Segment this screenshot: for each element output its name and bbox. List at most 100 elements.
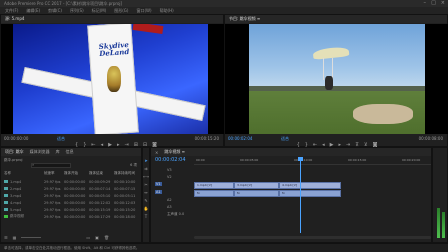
icon-view-icon[interactable]: ▦ bbox=[13, 235, 17, 240]
item-fps: 29.97 fps bbox=[44, 193, 61, 198]
list-item[interactable]: 5.mp4 29.97 fps 00:00:00:00 00:00:15:19 … bbox=[4, 206, 140, 213]
search-input[interactable] bbox=[31, 163, 71, 168]
trash-icon[interactable]: 🗑 bbox=[104, 235, 109, 240]
menu-marker[interactable]: 标记(M) bbox=[92, 8, 107, 14]
menu-file[interactable]: 文件(F) bbox=[5, 8, 18, 14]
tab-source[interactable]: 源: 5.mp4 bbox=[5, 16, 24, 22]
track-header-v3[interactable]: V3 bbox=[155, 168, 193, 175]
source-monitor-panel: 源: 5.mp4 Skydive DeLand 00:00:00:00 适合 0… bbox=[0, 14, 225, 148]
track-header-v1[interactable]: V1 bbox=[155, 182, 193, 190]
ripple-edit-icon[interactable]: ⟷ bbox=[143, 174, 149, 179]
list-item[interactable]: 1.mp4 29.97 fps 00:00:00:00 00:00:09:29 … bbox=[4, 178, 140, 185]
master-volume-value[interactable]: 0.0 bbox=[179, 212, 185, 216]
tab-program[interactable]: 节目: 跳伞视频 ≡ bbox=[229, 16, 260, 22]
audio-meter-right bbox=[442, 212, 445, 238]
list-item[interactable]: 2.mp4 29.97 fps 00:00:00:00 00:00:07:14 … bbox=[4, 185, 140, 192]
tab-media-browser[interactable]: 媒体浏览器 bbox=[30, 149, 50, 155]
item-start: 00:00:00:00 bbox=[64, 186, 86, 191]
item-fps: 29.97 fps bbox=[44, 179, 61, 184]
item-fps: 29.97 fps bbox=[44, 186, 61, 191]
list-view-icon[interactable]: ☰ bbox=[4, 235, 8, 240]
tab-project[interactable]: 项目: 跳伞 bbox=[5, 149, 24, 155]
item-start: 00:00:00:00 bbox=[64, 179, 86, 184]
col-end[interactable]: 媒体结束 bbox=[89, 171, 114, 176]
item-fps: 29.97 fps bbox=[44, 200, 61, 205]
track-header-a3[interactable]: A3 bbox=[155, 205, 193, 212]
ruler-label: 00:00 bbox=[196, 158, 205, 162]
audio-clip[interactable]: fx bbox=[194, 190, 234, 197]
track-header-master[interactable]: 主声道 0.0 bbox=[155, 212, 193, 219]
item-fps: 29.97 fps bbox=[44, 214, 61, 219]
playhead[interactable] bbox=[300, 157, 301, 233]
track-select-icon[interactable]: ⇉ bbox=[144, 166, 147, 171]
source-duration: 00:00:15:20 bbox=[194, 136, 219, 141]
sand-pit bbox=[353, 104, 413, 124]
audio-clip[interactable]: fx bbox=[279, 190, 341, 197]
track-header-v2[interactable]: V2 bbox=[155, 175, 193, 182]
type-icon[interactable]: T bbox=[145, 214, 147, 219]
list-item[interactable]: 4.mp4 29.97 fps 00:00:00:00 00:00:12:02 … bbox=[4, 199, 140, 206]
new-item-icon[interactable]: ▣ bbox=[95, 235, 99, 240]
program-timecode[interactable]: 00:00:02:04 bbox=[228, 136, 252, 141]
label-color-swatch bbox=[4, 187, 8, 190]
playhead-handle-icon[interactable] bbox=[298, 157, 303, 161]
zoom-slider[interactable] bbox=[21, 237, 42, 238]
item-end: 00:00:05:10 bbox=[89, 193, 111, 198]
timeline-timecode[interactable]: 00:00:02:04 bbox=[155, 157, 186, 163]
tab-info[interactable]: 信息 bbox=[66, 149, 74, 155]
menu-clip[interactable]: 剪辑(C) bbox=[48, 8, 62, 14]
menu-graphics[interactable]: 图形(G) bbox=[114, 8, 128, 14]
plane-red-stripe bbox=[132, 24, 164, 35]
track-label: V1 bbox=[155, 182, 162, 186]
menu-sequence[interactable]: 序列(S) bbox=[70, 8, 84, 14]
video-clip[interactable]: 3.mp4 [V] bbox=[234, 182, 279, 189]
program-monitor-tabs: 节目: 跳伞视频 ≡ bbox=[225, 15, 447, 23]
col-name[interactable]: 名称 bbox=[4, 171, 44, 176]
item-start: 00:00:00:00 bbox=[64, 200, 86, 205]
item-duration: 00:00:05:11 bbox=[114, 193, 136, 198]
timeline-close-icon[interactable]: × bbox=[155, 150, 158, 155]
menu-edit[interactable]: 编辑(E) bbox=[26, 8, 40, 14]
slip-icon[interactable]: ↔ bbox=[144, 190, 147, 195]
track-label: V3 bbox=[167, 168, 172, 172]
minimize-icon[interactable]: – bbox=[424, 0, 427, 6]
list-item[interactable]: 3.mp4 29.97 fps 00:00:00:00 00:00:05:10 … bbox=[4, 192, 140, 199]
time-ruler[interactable]: 00:00 00:00:05:00 00:00:10:00 00:00:15:0… bbox=[194, 157, 431, 165]
audio-meter-panel bbox=[432, 147, 448, 243]
col-fps[interactable]: 帧速率 bbox=[44, 171, 64, 176]
item-duration: 00:00:07:15 bbox=[114, 186, 136, 191]
track-header-a2[interactable]: A2 bbox=[155, 198, 193, 205]
plane-text-line2: DeLand bbox=[98, 46, 130, 59]
label-color-swatch bbox=[4, 194, 8, 197]
selection-tool-icon[interactable]: ➤ bbox=[144, 158, 147, 163]
new-bin-icon[interactable]: ▭ bbox=[86, 235, 90, 240]
list-item[interactable]: 跳伞视频 29.97 fps 00:00:00:00 00:00:17:29 0… bbox=[4, 213, 140, 220]
menu-help[interactable]: 帮助(H) bbox=[160, 8, 174, 14]
razor-icon[interactable]: ✂ bbox=[144, 182, 147, 187]
item-name: 4.mp4 bbox=[10, 200, 22, 205]
close-icon[interactable]: × bbox=[441, 0, 445, 6]
track-label: V2 bbox=[167, 175, 172, 179]
ruler-label: 00:00:15:00 bbox=[348, 158, 367, 162]
timeline-panel: × 跳伞视频 ≡ 00:00:02:04 00:00 00:00:05:00 0… bbox=[150, 147, 432, 243]
item-name: 2.mp4 bbox=[10, 186, 22, 191]
col-start[interactable]: 媒体开始 bbox=[64, 171, 89, 176]
track-label: A1 bbox=[155, 190, 162, 194]
tab-sequence[interactable]: 跳伞视频 ≡ bbox=[164, 149, 185, 155]
maximize-icon[interactable]: □ bbox=[431, 0, 436, 6]
timeline-scrollbar[interactable] bbox=[194, 236, 431, 239]
tab-libraries[interactable]: 库 bbox=[56, 149, 60, 155]
col-duration[interactable]: 媒体持续时间 bbox=[114, 171, 139, 176]
item-start: 00:00:00:00 bbox=[64, 193, 86, 198]
project-item-list: 1.mp4 29.97 fps 00:00:00:00 00:00:09:29 … bbox=[4, 178, 140, 220]
pen-icon[interactable]: ✎ bbox=[144, 198, 147, 203]
item-end: 00:00:12:02 bbox=[89, 200, 111, 205]
item-end: 00:00:07:14 bbox=[89, 186, 111, 191]
track-header-a1[interactable]: A1 bbox=[155, 190, 193, 198]
video-clip[interactable]: 1.mp4 [V] bbox=[194, 182, 234, 189]
hand-icon[interactable]: ✋ bbox=[144, 206, 149, 211]
video-clip[interactable]: 4.mp4 [V] bbox=[279, 182, 341, 189]
audio-clip[interactable]: fx bbox=[234, 190, 279, 197]
search-icon: ⌕ bbox=[32, 162, 35, 167]
menu-window[interactable]: 窗口(W) bbox=[136, 8, 151, 14]
